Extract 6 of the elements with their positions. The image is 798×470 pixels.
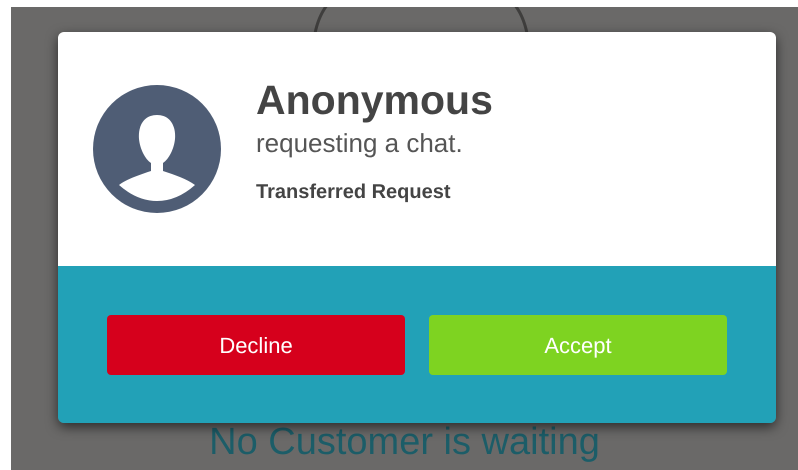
request-subtitle: requesting a chat. [256,127,464,159]
status-message: No Customer is waiting [209,420,600,464]
avatar-icon [93,85,221,213]
decline-button[interactable]: Decline [107,315,405,375]
request-note: Transferred Request [256,180,452,205]
requester-name: Anonymous [256,76,493,125]
